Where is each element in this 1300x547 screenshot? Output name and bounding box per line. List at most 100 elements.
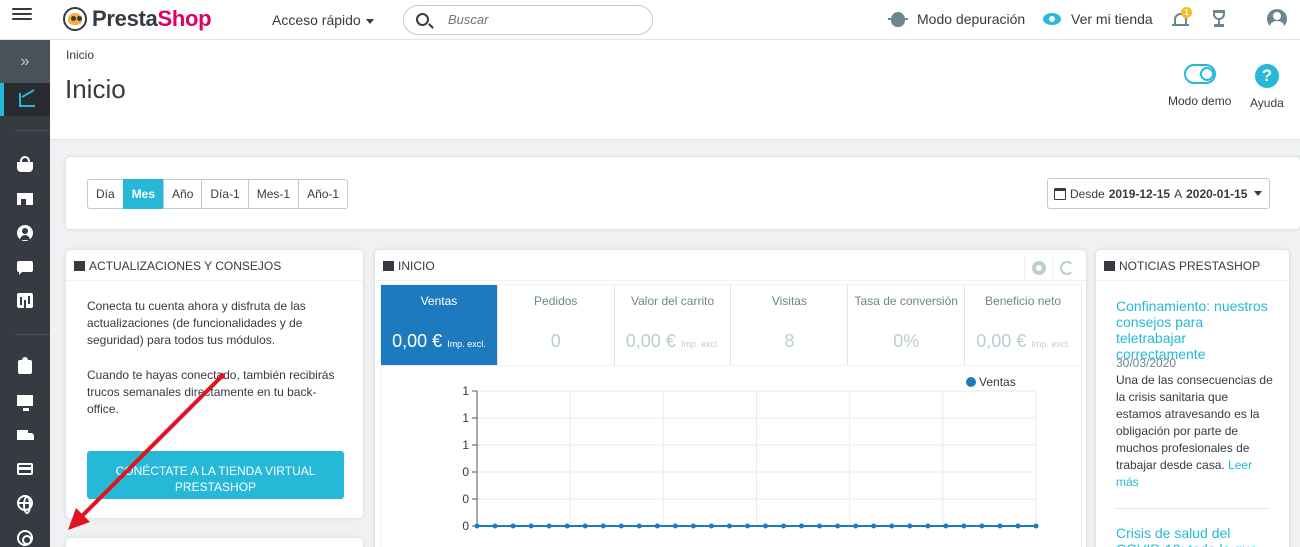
sidebar-item-stats[interactable] [0, 284, 50, 317]
caret-down-icon [365, 18, 374, 24]
sidebar-item-shipping[interactable] [0, 418, 50, 451]
prestashop-logo[interactable]: PrestaShop [63, 6, 212, 32]
debug-mode-link[interactable]: Modo depuración [888, 11, 1025, 27]
connect-addons-button[interactable]: Conéctate a la tienda virtual PrestaShop [87, 451, 344, 499]
trophy-icon[interactable] [1211, 10, 1227, 28]
panel-heading: Actualizaciones y consejos [66, 250, 363, 281]
puffin-logo-icon [63, 7, 87, 31]
date-range-picker[interactable]: Desde 2019-12-15 A 2020-01-15 [1047, 178, 1270, 209]
period-button[interactable]: Día-1 [201, 179, 249, 209]
news-panel: Noticias PrestaShop Confinamiento: nuest… [1095, 249, 1290, 547]
kpi-label: Visitas [771, 294, 807, 308]
period-button[interactable]: Año [163, 179, 203, 209]
refresh-icon [1060, 261, 1074, 275]
kpi-tile[interactable]: Tasa de conversión 0% [848, 285, 966, 365]
kpi-tile[interactable]: Ventas 0,00 € Imp. excl. [381, 285, 498, 365]
data-point [582, 523, 588, 529]
help-button[interactable]: ? Ayuda [1250, 64, 1284, 110]
monitor-icon [17, 395, 33, 411]
legend-label: Ventas [979, 375, 1016, 389]
updates-text: Conecta tu cuenta ahora y disfruta de la… [87, 299, 306, 347]
data-point [1015, 523, 1021, 529]
data-point [871, 523, 877, 529]
top-header: PrestaShop Acceso rápido Modo depuración… [0, 0, 1300, 40]
search-box[interactable] [403, 5, 653, 35]
demo-mode-button[interactable]: Modo demo [1168, 64, 1231, 108]
legend-swatch [966, 377, 976, 387]
y-tick-label: 1 [462, 411, 469, 425]
data-point [492, 523, 498, 529]
kpi-label: Beneficio neto [985, 294, 1062, 308]
chart-svg: 1 1 1 0 0 0 Ventas [462, 375, 1039, 533]
data-point [763, 523, 769, 529]
kpi-value: 0,00 € Imp. excl. [392, 331, 486, 351]
breadcrumb[interactable]: Inicio [66, 48, 94, 62]
gear-icon [1032, 261, 1046, 275]
y-tick-label: 1 [462, 384, 469, 398]
kpi-suffix: Imp. excl. [680, 339, 720, 349]
sidebar-item-customers[interactable] [0, 216, 50, 249]
truck-icon [17, 429, 34, 440]
credit-card-icon [17, 462, 33, 475]
date-from-label: Desde [1070, 186, 1105, 201]
help-label: Ayuda [1250, 96, 1284, 110]
period-button[interactable]: Día [87, 179, 124, 209]
search-icon[interactable] [416, 13, 429, 26]
data-point [799, 523, 805, 529]
bar-chart-icon [17, 293, 33, 308]
kpi-label: Tasa de conversión [854, 294, 958, 308]
y-tick-label: 0 [462, 519, 469, 533]
dashboard-activity-panel: Inicio Ventas 0,00 € Imp. excl. Pedidos 0 Va… [374, 249, 1087, 547]
y-tick-label: 1 [462, 438, 469, 452]
sidebar-item-orders[interactable] [0, 148, 50, 181]
news-item-title[interactable]: Crisis de salud del COVID-19: todo lo qu… [1116, 525, 1276, 547]
kpi-label: Pedidos [534, 294, 578, 308]
expand-sidebar-icon[interactable]: » [0, 40, 50, 83]
data-point [708, 523, 714, 529]
sidebar-divider [15, 334, 50, 335]
kpi-value: 8 [784, 331, 795, 351]
sidebar-item-international[interactable] [0, 486, 50, 519]
sidebar-item-design[interactable] [0, 384, 50, 417]
kpi-tile[interactable]: Pedidos 0 [498, 285, 615, 365]
kpi-tile[interactable]: Visitas 8 [731, 285, 849, 365]
news-item-title[interactable]: Confinamiento: nuestros consejos para te… [1116, 298, 1276, 362]
kpi-value: 0 [550, 331, 561, 351]
period-button[interactable]: Mes-1 [247, 179, 300, 209]
notification-badge: 1 [1181, 7, 1192, 18]
news-item-date: 30/03/2020 [1116, 356, 1177, 370]
kpi-tile[interactable]: Valor del carrito 0,00 € Imp. excl. [615, 285, 732, 365]
user-account-icon[interactable] [1267, 9, 1287, 29]
sidebar-item-marketing[interactable] [0, 521, 50, 547]
kpi-label: Ventas [420, 294, 458, 308]
sidebar-item-catalog[interactable] [0, 182, 50, 215]
updates-tips-text: Cuando te hayas conectado, también recib… [87, 368, 335, 416]
view-store-link[interactable]: Ver mi tienda [1043, 11, 1153, 27]
page-header: Inicio Inicio Modo demo ? Ayuda [50, 40, 1300, 140]
period-button[interactable]: Mes [122, 179, 165, 209]
sidebar-item-modules[interactable] [0, 350, 50, 383]
panel-tools [1024, 256, 1080, 280]
data-point [1033, 523, 1039, 529]
kpi-tile[interactable]: Beneficio neto 0,00 € Imp. excl. [965, 285, 1081, 365]
kpi-row: Ventas 0,00 € Imp. excl. Pedidos 0 Valor del… [380, 284, 1082, 366]
configure-button[interactable] [1024, 256, 1052, 280]
kpi-suffix: Imp. excl. [1031, 339, 1070, 349]
period-button[interactable]: Año-1 [298, 179, 349, 209]
refresh-button[interactable] [1052, 256, 1080, 280]
sidebar-divider [15, 130, 50, 131]
quick-access-dropdown[interactable]: Acceso rápido [272, 12, 374, 28]
panel-heading: Inicio [375, 250, 1086, 281]
bug-icon [888, 11, 908, 27]
data-point [564, 523, 570, 529]
sidebar-item-dashboard[interactable] [0, 83, 50, 116]
sidebar-item-payment[interactable] [0, 452, 50, 485]
sidebar-nav: » [0, 40, 50, 547]
menu-hamburger-icon[interactable] [12, 5, 32, 21]
data-point [853, 523, 859, 529]
search-input[interactable] [448, 12, 638, 27]
toggle-icon [1183, 64, 1216, 84]
sidebar-item-messages[interactable] [0, 250, 50, 283]
data-point [943, 523, 949, 529]
data-point [510, 523, 516, 529]
